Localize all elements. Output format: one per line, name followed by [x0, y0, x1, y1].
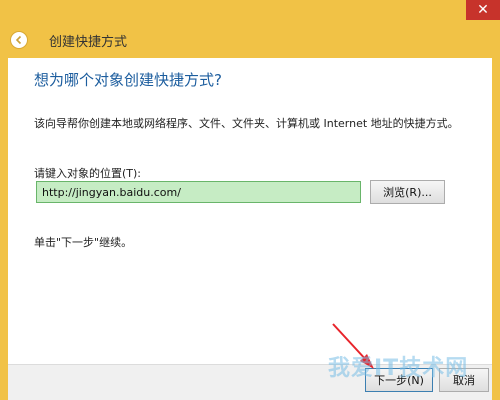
continue-hint: 单击"下一步"继续。	[34, 236, 133, 249]
browse-button[interactable]: 浏览(R)...	[370, 180, 445, 204]
cancel-button[interactable]: 取消	[439, 368, 489, 392]
wizard-content: 想为哪个对象创建快捷方式? 该向导帮你创建本地或网络程序、文件、文件夹、计算机或…	[8, 58, 492, 364]
location-label: 请键入对象的位置(T):	[34, 167, 142, 180]
create-shortcut-window: ✕ 创建快捷方式 想为哪个对象创建快捷方式? 该向导帮你创建本地或网络程序、文件…	[0, 0, 500, 400]
next-button[interactable]: 下一步(N)	[365, 368, 433, 392]
close-icon: ✕	[477, 2, 489, 18]
wizard-footer: 下一步(N) 取消	[8, 364, 492, 400]
location-input[interactable]	[36, 181, 361, 203]
back-arrow-icon	[15, 35, 22, 45]
wizard-description: 该向导帮你创建本地或网络程序、文件、文件夹、计算机或 Internet 地址的快…	[34, 117, 459, 130]
wizard-title: 创建快捷方式	[49, 35, 128, 50]
back-button[interactable]	[10, 31, 28, 49]
page-heading: 想为哪个对象创建快捷方式?	[34, 71, 222, 89]
close-button[interactable]: ✕	[466, 0, 500, 20]
wizard-titlebar: 创建快捷方式	[0, 22, 500, 58]
